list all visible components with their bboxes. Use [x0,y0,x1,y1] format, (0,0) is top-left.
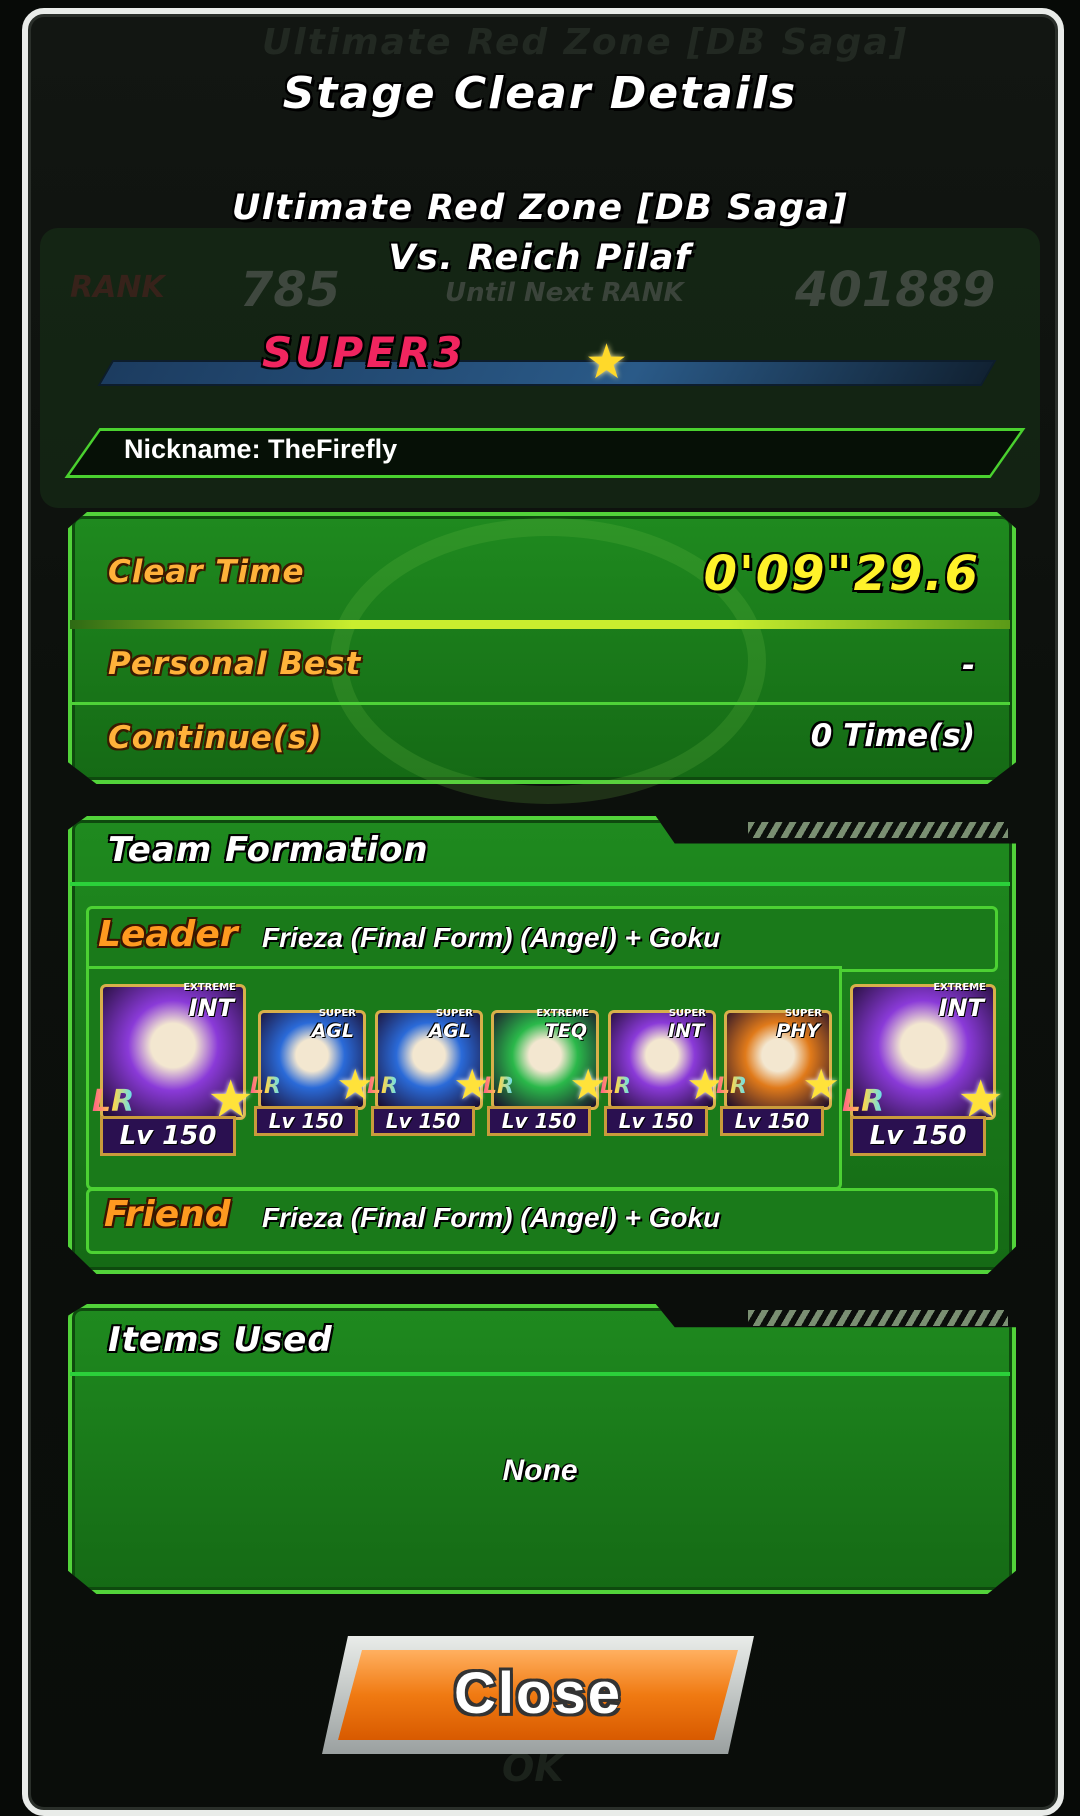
rank-tier: SUPER3 [262,328,466,377]
card-type-label: INT [668,1020,704,1042]
star-icon: ★ [585,334,629,390]
until-next-rank-label: Until Next RANK [445,278,684,308]
leader-name: Frieza (Final Form) (Angel) + Goku [262,922,721,953]
card-class-tag: EXTREME [536,1008,589,1019]
card-class-tag: SUPER [668,1008,706,1019]
team-formation-title: Team Formation [108,830,429,870]
card-rarity-badge: LR [600,1074,631,1099]
card-type-label: TEQ [544,1020,587,1042]
clear-time-label: Clear Time [108,554,305,590]
team-card-member[interactable]: SUPER AGL LR ★ Lv 150 [250,1008,374,1164]
card-rarity-badge: LR [483,1074,514,1099]
team-card-member[interactable]: EXTREME TEQ LR ★ Lv 150 [483,1008,607,1164]
card-rarity-badge: LR [92,1084,135,1119]
items-divider [70,1372,1010,1376]
stage-name: Ultimate Red Zone [DB Saga] [231,188,849,228]
card-type-label: AGL [428,1020,471,1042]
card-class-tag: SUPER [435,1008,473,1019]
team-card-friend[interactable]: EXTREME INT LR ★ Lv 150 [842,982,1004,1174]
card-rarity-badge: LR [716,1074,747,1099]
card-type-label: PHY [776,1020,820,1042]
clear-time-value: 0'09"29.6 [703,546,980,602]
team-card-member[interactable]: SUPER PHY LR ★ Lv 150 [716,1008,840,1164]
card-level: Lv 150 [254,1106,358,1136]
card-type-label: INT [938,994,984,1022]
card-rarity-badge: LR [842,1084,885,1119]
close-button-label: Close [454,1661,622,1726]
ghost-header: Ultimate Red Zone [DB Saga] [262,22,909,63]
team-card-leader[interactable]: EXTREME INT LR ★ Lv 150 [92,982,254,1174]
items-used-title: Items Used [108,1320,333,1360]
card-level: Lv 150 [487,1106,591,1136]
card-type-label: AGL [311,1020,354,1042]
continues-label: Continue(s) [108,720,323,756]
card-rarity-badge: LR [367,1074,398,1099]
card-rarity-badge: LR [250,1074,281,1099]
card-level: Lv 150 [604,1106,708,1136]
opponent-name: Vs. Reich Pilaf [388,238,692,278]
card-level: Lv 150 [850,1116,986,1156]
team-card-member[interactable]: SUPER INT LR ★ Lv 150 [600,1008,724,1164]
items-used-value: None [502,1454,578,1487]
team-card-member[interactable]: SUPER AGL LR ★ Lv 150 [367,1008,491,1164]
nickname-text: Nickname: TheFirefly [124,434,398,464]
dialog-title: Stage Clear Details [282,68,798,119]
card-type-label: INT [188,994,234,1022]
card-class-tag: EXTREME [183,982,236,993]
stats-divider [70,702,1010,705]
leader-label: Leader [98,914,238,955]
card-level: Lv 150 [720,1106,824,1136]
radar-emblem [330,518,766,804]
card-level: Lv 150 [100,1116,236,1156]
team-divider [70,882,1010,886]
card-level: Lv 150 [371,1106,475,1136]
card-class-tag: EXTREME [933,982,986,993]
items-panel-stripes [748,1310,1008,1326]
card-star-icon: ★ [802,1060,840,1109]
personal-best-label: Personal Best [108,646,362,682]
friend-name: Frieza (Final Form) (Angel) + Goku [262,1202,721,1233]
continues-value: 0 Time(s) [810,718,975,754]
personal-best-value: - [962,648,975,684]
card-class-tag: SUPER [318,1008,356,1019]
friend-label: Friend [104,1194,231,1235]
card-class-tag: SUPER [784,1008,822,1019]
team-panel-stripes [748,822,1008,838]
clear-time-underline [70,620,1010,629]
rank-progress-bar [97,360,997,386]
